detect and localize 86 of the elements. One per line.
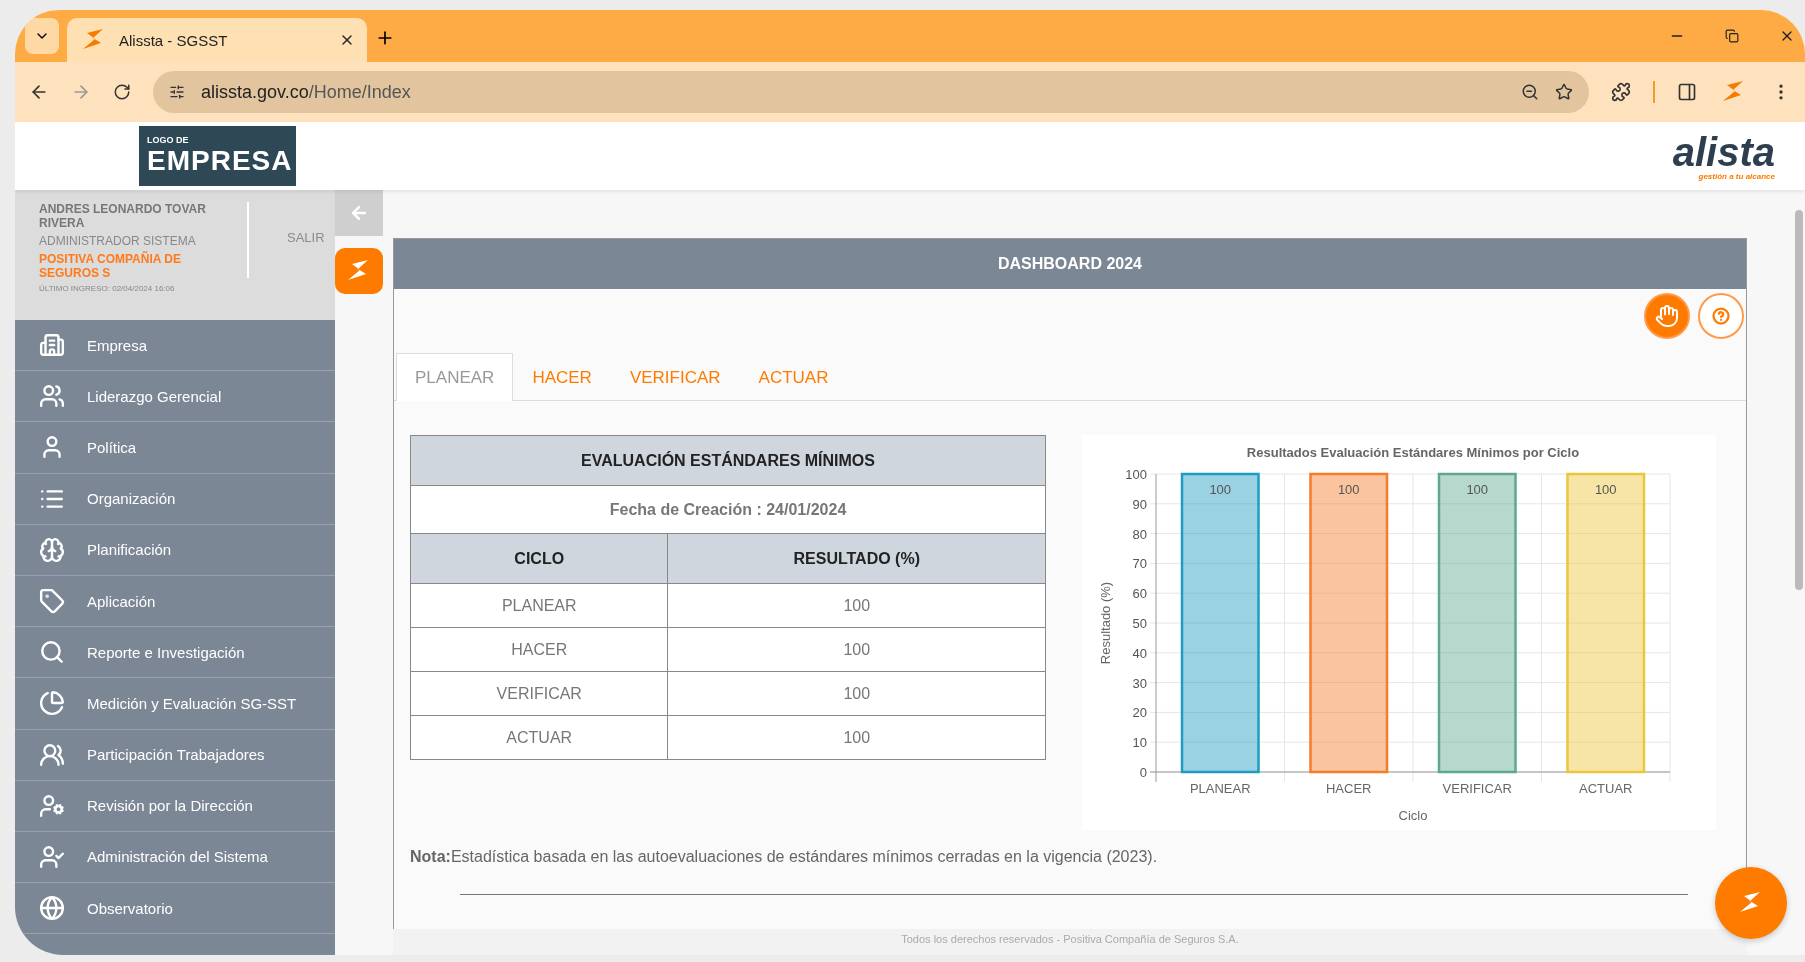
user-name: ANDRES LEONARDO TOVAR RIVERA	[39, 202, 207, 230]
search-icon	[39, 639, 65, 666]
x-tick-label: VERIFICAR	[1442, 781, 1512, 796]
logout-link[interactable]: SALIR	[267, 230, 325, 310]
sidebar-item[interactable]: Política	[15, 422, 335, 474]
company-logo: LOGO DE EMPRESA	[139, 126, 296, 186]
tab-search-button[interactable]	[25, 18, 59, 54]
sidebar-item[interactable]: Organización	[15, 473, 335, 525]
bar-value-label: 100	[1209, 482, 1232, 497]
globe-icon	[39, 895, 65, 922]
sidebar-item[interactable]: Liderazgo Gerencial	[15, 371, 335, 423]
x-axis-title: Ciclo	[1398, 808, 1428, 823]
reload-icon[interactable]	[113, 83, 131, 101]
table-cell: HACER	[410, 627, 668, 672]
sidebar-item[interactable]: Reporte e Investigación	[15, 627, 335, 679]
sidebar-item[interactable]: Observatorio	[15, 883, 335, 935]
help-icon	[1712, 307, 1730, 325]
y-tick-label: 0	[1139, 765, 1147, 780]
cycle-tab[interactable]: VERIFICAR	[610, 353, 740, 401]
column-header: CICLO	[410, 533, 668, 584]
sidebar-item[interactable]: Participación Trabajadores	[15, 729, 335, 781]
y-tick-label: 20	[1132, 705, 1147, 721]
column-header: RESULTADO (%)	[668, 533, 1046, 584]
user-role: ADMINISTRADOR SISTEMA	[39, 234, 197, 248]
building-icon	[39, 332, 65, 359]
sidebar-item[interactable]: Planificación	[15, 524, 335, 576]
y-tick-label: 90	[1132, 496, 1147, 512]
people-icon	[39, 741, 65, 768]
manager-icon	[39, 792, 65, 819]
y-tick-label: 50	[1132, 616, 1147, 631]
tour-button[interactable]	[1644, 293, 1690, 339]
user-check-icon	[39, 843, 65, 870]
bar-value-label: 100	[1466, 482, 1489, 497]
bar-value-label: 100	[1337, 482, 1360, 497]
footer-text: Todos los derechos reservados - Positiva Compañía de Seguros S.A.	[393, 929, 1747, 955]
bookmark-icon[interactable]	[1555, 83, 1573, 101]
table-cell: PLANEAR	[410, 583, 668, 628]
restore-icon[interactable]	[1725, 29, 1739, 43]
y-tick-label: 40	[1132, 645, 1147, 661]
table-cell: 100	[668, 627, 1046, 672]
y-tick-label: 30	[1132, 675, 1147, 691]
scrollbar[interactable]	[1795, 210, 1803, 590]
brand-logo: alista gestión a tu alcance	[1672, 131, 1775, 181]
table-cell: 100	[668, 715, 1046, 760]
tab-title: Alissta - SGSST	[119, 31, 228, 49]
y-tick-label: 60	[1132, 586, 1147, 602]
sidebar-item[interactable]: Revisión por la Dirección	[15, 780, 335, 832]
table-cell: ACTUAR	[410, 715, 668, 760]
sidebar-item[interactable]: Medición y Evaluación SG-SST	[15, 678, 335, 730]
sidebar-item[interactable]: Administración del Sistema	[15, 831, 335, 884]
cycle-tab[interactable]: ACTUAR	[739, 353, 848, 401]
bar-value-label: 100	[1594, 482, 1617, 497]
x-tick-label: ACTUAR	[1579, 781, 1633, 796]
side-panel-icon[interactable]	[1677, 82, 1697, 102]
sidebar-item[interactable]: Empresa	[15, 320, 335, 372]
zoom-icon[interactable]	[1521, 83, 1539, 101]
pie-chart-icon	[39, 690, 65, 717]
address-field[interactable]: alissta.gov.co/Home/Index	[153, 71, 1589, 113]
extensions-icon[interactable]	[1611, 82, 1631, 102]
y-tick-label: 70	[1132, 556, 1147, 572]
site-info-icon	[169, 84, 185, 100]
sidebar-item[interactable]: Aplicación	[15, 575, 335, 628]
y-tick-label: 10	[1132, 735, 1147, 751]
user-company: POSITIVA COMPAÑIA DE SEGUROS S	[39, 252, 182, 280]
panel-title: DASHBOARD 2024	[394, 239, 1746, 289]
x-tick-label: HACER	[1326, 781, 1372, 796]
cycle-tab[interactable]: PLANEAR	[396, 353, 514, 401]
table-cell: VERIFICAR	[410, 671, 668, 716]
app-switch-button[interactable]	[335, 248, 383, 294]
hand-icon	[1655, 304, 1679, 328]
y-tick-label: 100	[1125, 467, 1147, 482]
y-axis-title: Resultado (%)	[1098, 581, 1113, 665]
x-tick-label: PLANEAR	[1189, 781, 1251, 796]
table-cell: 100	[668, 583, 1046, 628]
cycle-tab[interactable]: HACER	[513, 353, 611, 401]
tag-icon	[39, 588, 65, 615]
creation-date: Fecha de Creación : 24/01/2024	[410, 485, 1046, 534]
table-title: EVALUACIÓN ESTÁNDARES MÍNIMOS	[410, 435, 1046, 486]
url-text: alissta.gov.co/Home/Index	[201, 81, 411, 103]
help-button[interactable]	[1698, 293, 1744, 339]
last-login: ÚLTIMO INGRESO: 02/04/2024 16:06	[39, 284, 176, 293]
browser-tab[interactable]: Alissta - SGSST	[67, 18, 367, 62]
note-text: Nota:Estadística basada en las autoevaluaciones de estándares mínimos cerradas en la vigencia (2023).	[410, 848, 1159, 866]
table-cell: 100	[668, 671, 1046, 716]
y-tick-label: 80	[1132, 526, 1147, 542]
chart-title: Resultados Evaluación Estándares Mínimos por Ciclo	[1246, 445, 1580, 460]
